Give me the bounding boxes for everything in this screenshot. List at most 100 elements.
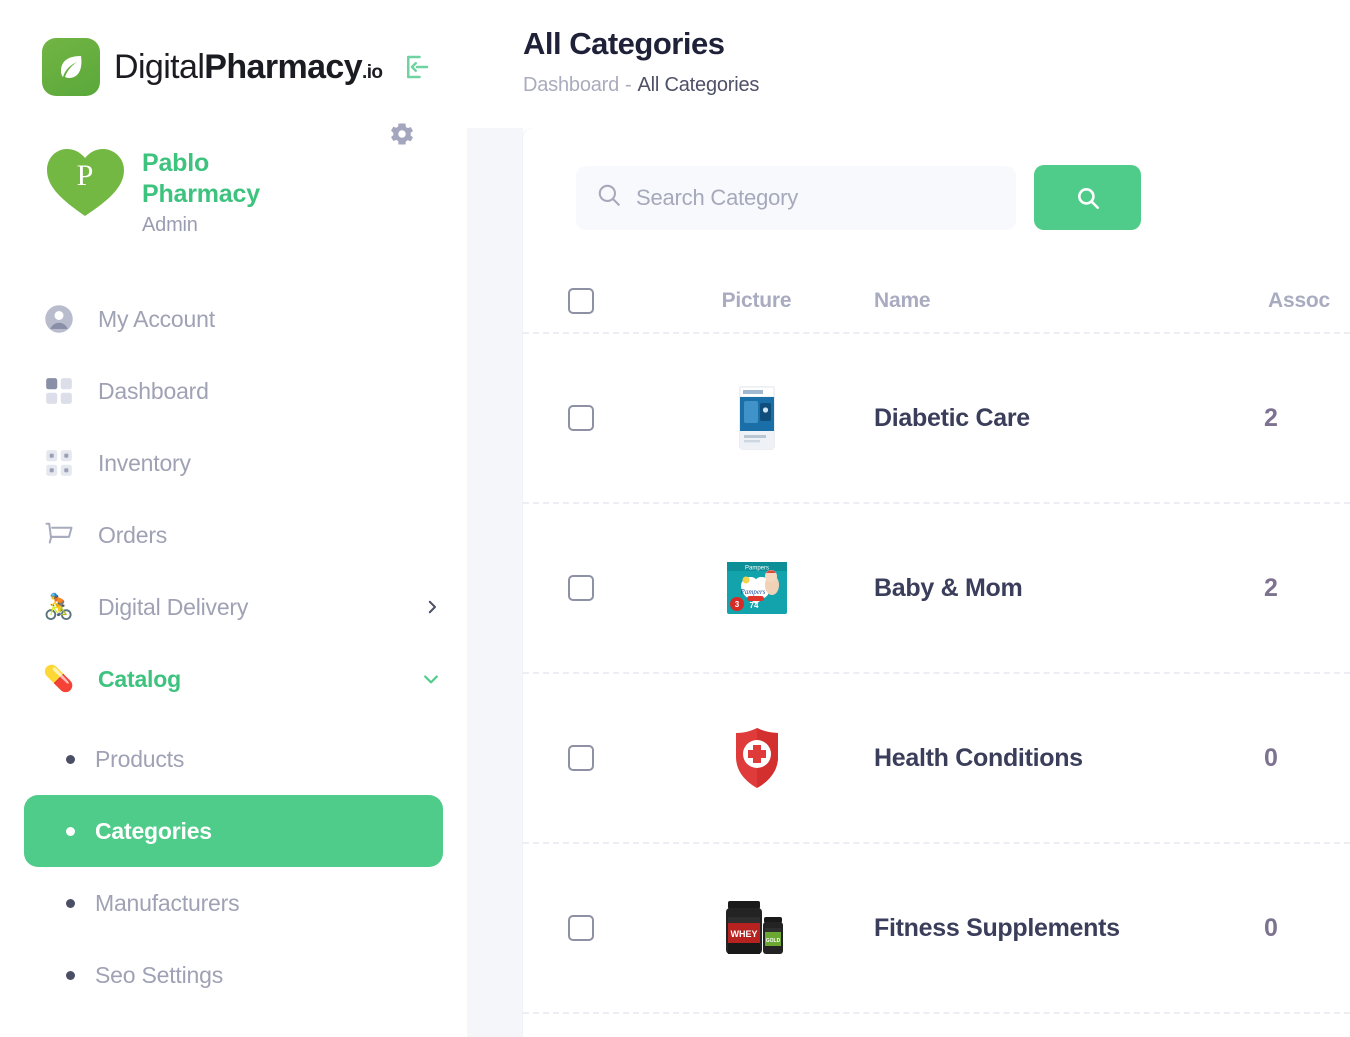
svg-text:74: 74 bbox=[749, 601, 758, 610]
breadcrumb: Dashboard - All Categories bbox=[523, 74, 1350, 97]
brand-tld: .io bbox=[362, 61, 383, 83]
table-row[interactable]: Diabetic Care 2 bbox=[523, 334, 1350, 504]
brand-logo[interactable]: DigitalPharmacy.io bbox=[0, 0, 467, 96]
row-picture-cell: WHEY GOLD bbox=[639, 891, 874, 965]
row-name-cell: Health Conditions bbox=[874, 744, 1264, 773]
protein-tubs-icon: WHEY GOLD bbox=[725, 901, 783, 954]
associated-count: 2 bbox=[1264, 403, 1278, 432]
gear-icon[interactable] bbox=[388, 120, 416, 153]
category-name: Diabetic Care bbox=[874, 403, 1030, 432]
inventory-grid-icon bbox=[42, 449, 76, 477]
page-header: All Categories Dashboard - All Categories bbox=[467, 0, 1350, 97]
brand-name-bold: Pharmacy bbox=[204, 47, 363, 86]
row-associated-cell: 0 bbox=[1264, 744, 1350, 773]
page-title: All Categories bbox=[523, 26, 725, 61]
search-field-wrapper[interactable] bbox=[576, 165, 1016, 230]
avatar-letter: P bbox=[76, 159, 94, 192]
svg-text:WHEY: WHEY bbox=[730, 929, 757, 939]
pill-capsule-icon: 💊 bbox=[43, 664, 75, 693]
grid-squares-icon bbox=[42, 377, 76, 405]
cyclist-icon: 🚴 bbox=[43, 592, 75, 621]
sidebar-subitem-manufacturers[interactable]: Manufacturers bbox=[24, 867, 443, 939]
user-circle-icon bbox=[42, 304, 76, 334]
breadcrumb-current: All Categories bbox=[637, 74, 760, 96]
table-row[interactable]: Pampers Pampers 3 74 Baby & Mom 2 bbox=[523, 504, 1350, 674]
table-header-row: Picture Name Assoc bbox=[523, 270, 1350, 334]
row-select-cell bbox=[523, 575, 639, 601]
diabetic-test-kit-box-icon bbox=[739, 386, 774, 450]
associated-count: 0 bbox=[1264, 743, 1278, 772]
profile-info: Pablo Pharmacy Admin bbox=[142, 142, 317, 237]
svg-text:Pampers: Pampers bbox=[744, 566, 768, 572]
row-name-cell: Fitness Supplements bbox=[874, 914, 1264, 943]
red-shield-cross-icon bbox=[735, 728, 778, 788]
profile-name: Pablo Pharmacy bbox=[142, 149, 260, 208]
table-row[interactable]: WHEY GOLD Fitness Supplements 0 bbox=[523, 844, 1350, 1014]
column-header-name: Name bbox=[874, 289, 931, 312]
row-picture-cell: Pampers Pampers 3 74 bbox=[639, 551, 874, 625]
sidebar-subitem-products[interactable]: Products bbox=[24, 723, 443, 795]
sidebar-item-label: Dashboard bbox=[98, 377, 209, 404]
associated-count: 0 bbox=[1264, 913, 1278, 942]
user-profile[interactable]: P Pablo Pharmacy Admin bbox=[0, 96, 467, 237]
sidebar-item-inventory[interactable]: Inventory bbox=[0, 427, 467, 499]
avatar: P bbox=[44, 142, 126, 220]
sidebar-item-label: Catalog bbox=[98, 665, 181, 692]
diaper-pack-box-icon: Pampers Pampers 3 74 bbox=[726, 562, 787, 614]
row-name-cell: Diabetic Care bbox=[874, 404, 1264, 433]
chevron-down-icon[interactable] bbox=[421, 669, 441, 689]
leaf-icon bbox=[42, 38, 100, 96]
column-header-picture: Picture bbox=[721, 289, 792, 312]
search-button[interactable] bbox=[1034, 165, 1141, 230]
svg-text:GOLD: GOLD bbox=[765, 938, 780, 944]
sidebar-subitem-seo-settings[interactable]: Seo Settings bbox=[24, 939, 443, 1011]
row-checkbox[interactable] bbox=[568, 405, 594, 431]
column-header-associated: Assoc bbox=[1268, 289, 1331, 312]
search-bar bbox=[523, 128, 1350, 230]
select-all-cell bbox=[523, 288, 639, 314]
main-content: All Categories Dashboard - All Categories bbox=[467, 0, 1350, 1037]
associated-count: 2 bbox=[1264, 573, 1278, 602]
row-select-cell bbox=[523, 745, 639, 771]
sidebar-subitem-categories[interactable]: Categories bbox=[24, 795, 443, 867]
sidebar-item-label: Digital Delivery bbox=[98, 593, 249, 620]
breadcrumb-separator: - bbox=[625, 74, 632, 96]
sidebar-nav: My Account Dashboard Inventory Orders 🚴 … bbox=[0, 283, 467, 1011]
sidebar-item-digital-delivery[interactable]: 🚴 Digital Delivery bbox=[0, 571, 467, 643]
bullet-icon bbox=[66, 970, 75, 980]
categories-panel: Picture Name Assoc bbox=[523, 128, 1350, 1037]
collapse-sidebar-icon[interactable] bbox=[402, 52, 432, 82]
row-checkbox[interactable] bbox=[568, 915, 594, 941]
row-picture-cell bbox=[639, 721, 874, 795]
brand-name-light: Digital bbox=[114, 47, 205, 86]
bullet-icon bbox=[66, 898, 75, 908]
row-checkbox[interactable] bbox=[568, 575, 594, 601]
table-row[interactable]: Health Conditions 0 bbox=[523, 674, 1350, 844]
brand-name: DigitalPharmacy.io bbox=[114, 47, 383, 87]
sidebar-subitem-label: Seo Settings bbox=[95, 961, 224, 988]
bullet-icon bbox=[66, 754, 75, 764]
sidebar-item-my-account[interactable]: My Account bbox=[0, 283, 467, 355]
breadcrumb-parent[interactable]: Dashboard bbox=[523, 74, 619, 96]
select-all-checkbox[interactable] bbox=[568, 288, 594, 314]
sidebar-item-label: My Account bbox=[98, 305, 215, 332]
sidebar: DigitalPharmacy.io P Pablo Pharmacy Admi… bbox=[0, 0, 467, 1037]
svg-text:Pampers: Pampers bbox=[739, 588, 765, 596]
sidebar-subitem-label: Categories bbox=[95, 817, 212, 844]
svg-text:3: 3 bbox=[734, 600, 739, 609]
category-name: Fitness Supplements bbox=[874, 913, 1120, 942]
search-input[interactable] bbox=[636, 184, 996, 211]
sidebar-subitem-label: Manufacturers bbox=[95, 889, 240, 916]
bullet-icon bbox=[66, 826, 75, 836]
categories-table: Picture Name Assoc Diabetic Care 2 Pampe… bbox=[523, 270, 1350, 1014]
sidebar-item-orders[interactable]: Orders bbox=[0, 499, 467, 571]
row-associated-cell: 2 bbox=[1264, 404, 1350, 433]
row-name-cell: Baby & Mom bbox=[874, 574, 1264, 603]
sidebar-item-dashboard[interactable]: Dashboard bbox=[0, 355, 467, 427]
row-checkbox[interactable] bbox=[568, 745, 594, 771]
chevron-right-icon[interactable] bbox=[423, 598, 441, 616]
sidebar-subitem-label: Products bbox=[95, 745, 185, 772]
sidebar-item-catalog[interactable]: 💊 Catalog bbox=[0, 643, 467, 715]
search-icon bbox=[596, 182, 622, 213]
category-name: Health Conditions bbox=[874, 743, 1083, 772]
